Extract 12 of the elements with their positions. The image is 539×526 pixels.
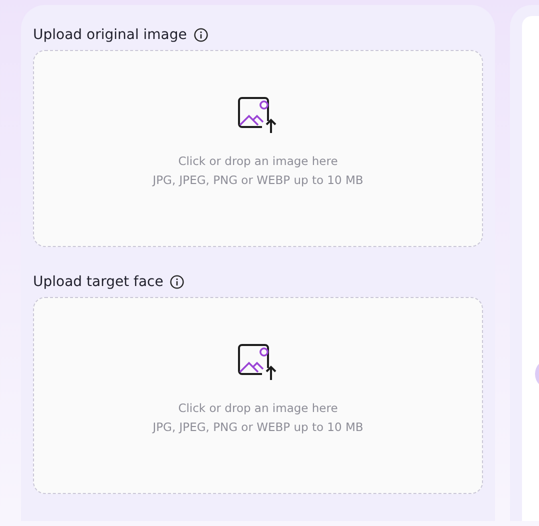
drop-prompt: Click or drop an image here <box>178 152 338 168</box>
image-upload-icon <box>237 342 279 380</box>
image-drop-zone[interactable]: Click or drop an image here JPG, JPEG, PNG or WEBP up to 10 MB <box>33 297 483 494</box>
image-upload-icon <box>237 96 279 134</box>
image-drop-zone[interactable]: Click or drop an image here JPG, JPEG, PNG or WEBP up to 10 MB <box>33 50 483 247</box>
info-icon[interactable] <box>194 28 208 42</box>
info-icon[interactable] <box>170 275 184 289</box>
upload-label: Upload original image <box>33 27 187 43</box>
drop-prompt: Click or drop an image here <box>178 400 338 416</box>
format-hint: JPG, JPEG, PNG or WEBP up to 10 MB <box>152 418 364 434</box>
format-hint: JPG, JPEG, PNG or WEBP up to 10 MB <box>152 172 364 188</box>
upload-label: Upload target face <box>33 274 164 290</box>
